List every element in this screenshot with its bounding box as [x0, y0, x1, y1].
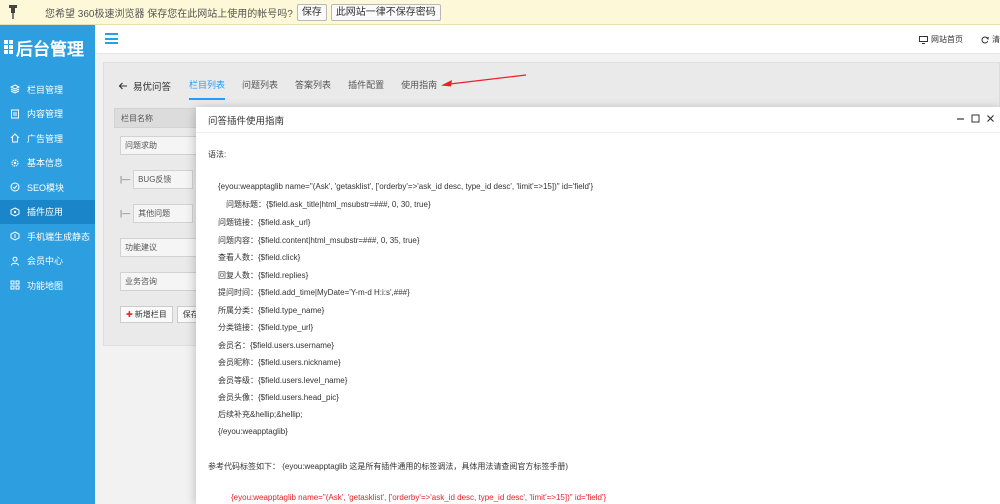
tab-question-list[interactable]: 问题列表: [242, 63, 278, 108]
save-password-bar: 您希望 360极速浏览器 保存您在此网站上使用的帐号吗? 保存 此网站一律不保存…: [0, 0, 1000, 25]
table-row: |— 其他问题: [114, 196, 204, 230]
usage-guide-modal: 问答插件使用指南 语法: {eyou:weapptaglib name="(As…: [196, 107, 1000, 504]
code-line: {eyou:weapptaglib name="(Ask', 'getaskli…: [218, 182, 594, 191]
refresh-link[interactable]: 清: [981, 34, 1000, 45]
code-line-red: {eyou:weapptaglib name="(Ask', 'getaskli…: [231, 493, 607, 502]
column-name-input[interactable]: 业务咨询: [120, 271, 200, 291]
refresh-icon: [981, 36, 989, 43]
add-column-button[interactable]: ✚ 新增栏目: [120, 306, 173, 323]
sidebar-item-ads[interactable]: 广告管理: [0, 126, 95, 151]
sidebar-item-label: SEO模块: [27, 182, 65, 193]
modal-controls: [956, 113, 995, 123]
plus-icon: ✚: [126, 310, 133, 319]
sidebar-item-basic-info[interactable]: 基本信息: [0, 151, 95, 176]
column-name-input[interactable]: 其他问题: [133, 203, 194, 223]
column-name-input[interactable]: 问题求助: [120, 135, 200, 155]
modal-header: 问答插件使用指南: [196, 107, 1000, 133]
code-line: 会员等级：{$field.users.level_name}: [218, 376, 348, 385]
sidebar-item-column[interactable]: 栏目管理: [0, 77, 95, 102]
maximize-icon[interactable]: [971, 113, 980, 123]
logo[interactable]: 后台管理: [0, 25, 95, 69]
sidebar-item-label: 栏目管理: [27, 84, 64, 95]
add-column-label: 新增栏目: [134, 310, 167, 319]
top-header: 网站首页 清: [95, 25, 1000, 54]
logo-mark-icon: [4, 40, 13, 54]
code-line: 问题链接：{$field.ask_url}: [218, 218, 311, 227]
home-icon: [10, 133, 20, 143]
tab-usage-guide[interactable]: 使用指南: [401, 63, 437, 108]
sidebar-item-label: 插件应用: [27, 207, 64, 218]
site-home-label: 网站首页: [931, 35, 963, 44]
layers-icon: [10, 84, 20, 94]
sidebar-item-seo[interactable]: SEO模块: [0, 175, 95, 200]
arrow-left-icon: [118, 82, 127, 89]
sidebar-item-label: 内容管理: [27, 109, 64, 120]
back-button[interactable]: 易优问答: [118, 79, 171, 93]
sidebar-item-label: 基本信息: [27, 158, 64, 169]
code-line: 会员名：{$field.users.username}: [218, 341, 335, 350]
tab-column-list[interactable]: 栏目列表: [189, 63, 226, 108]
column-table: 栏目名称 问题求助 |— BUG反馈 |— 其他问题 功能建议 业务咨询: [114, 108, 204, 298]
sidebar-item-label: 广告管理: [27, 133, 64, 144]
reference-text: 参考代码标签如下： (eyou:weapptaglib 这是所有插件通用的标签调…: [208, 462, 569, 471]
code-line: 会员昵称：{$field.users.nickname}: [218, 358, 341, 367]
code-line: 后续补充&hellip;&hellip;: [218, 410, 303, 419]
code-line: 回复人数：{$field.replies}: [218, 271, 309, 280]
tree-prefix: |—: [120, 208, 131, 218]
table-row: 业务咨询: [114, 264, 204, 298]
code-line: 问题内容：{$field.content|html_msubstr=###, 0…: [218, 236, 420, 245]
syntax-label: 语法:: [208, 150, 227, 159]
sidebar-item-members[interactable]: 会员中心: [0, 249, 95, 274]
sidebar-item-content[interactable]: 内容管理: [0, 102, 95, 127]
save-password-button[interactable]: 保存: [296, 3, 327, 21]
sidebar: 后台管理 栏目管理 内容管理 广告管理 基本信息 SEO模块 插件应用 手机端生…: [0, 25, 95, 504]
grid-icon: [10, 280, 20, 290]
modal-title: 问答插件使用指南: [208, 115, 285, 127]
top-links: 网站首页 清: [919, 25, 1000, 54]
sidebar-item-label: 功能地图: [27, 280, 64, 291]
document-icon: [10, 109, 20, 119]
seo-icon: [10, 182, 20, 192]
never-save-button[interactable]: 此网站一律不保存密码: [330, 3, 441, 21]
logo-text: 后台管理: [16, 39, 84, 59]
save-password-message: 您希望 360极速浏览器 保存您在此网站上使用的帐号吗?: [45, 8, 293, 20]
annotation-arrow-icon: [441, 74, 527, 87]
code-line: 问题标题：{$field.ask_title|html_msubstr=###,…: [226, 200, 431, 209]
tree-prefix: |—: [120, 174, 131, 184]
user-icon: [10, 256, 20, 266]
column-name-input[interactable]: BUG反馈: [133, 169, 194, 189]
back-label: 易优问答: [133, 81, 172, 93]
menu-toggle-icon[interactable]: [105, 33, 118, 44]
sidebar-item-function-map[interactable]: 功能地图: [0, 273, 95, 298]
site-home-link[interactable]: 网站首页: [919, 34, 963, 45]
plugin-icon: [10, 207, 20, 217]
column-name-input[interactable]: 功能建议: [120, 237, 200, 257]
mobile-icon: [10, 231, 20, 241]
tab-answer-list[interactable]: 答案列表: [295, 63, 331, 108]
code-line: 提问时间：{$field.add_time|MyDate='Y-m-d H:i:…: [218, 288, 410, 297]
code-line: {/eyou:weapptaglib}: [218, 427, 288, 436]
monitor-icon: [919, 35, 928, 44]
code-line: 查看人数：{$field.click}: [218, 253, 301, 262]
code-line: 会员头像：{$field.users.head_pic}: [218, 393, 339, 402]
pin-icon: [0, 0, 26, 25]
sidebar-item-label: 会员中心: [27, 256, 64, 267]
sidebar-nav: 栏目管理 内容管理 广告管理 基本信息 SEO模块 插件应用 手机端生成静态 会…: [0, 77, 95, 298]
plugin-tabs: 易优问答 栏目列表 问题列表 答案列表 插件配置 使用指南: [104, 63, 999, 108]
sidebar-item-mobile-static[interactable]: 手机端生成静态: [0, 224, 95, 249]
gear-icon: [10, 158, 20, 168]
sidebar-item-plugins[interactable]: 插件应用: [0, 199, 95, 224]
table-row: |— BUG反馈: [114, 162, 204, 196]
code-line: 分类链接：{$field.type_url}: [218, 323, 314, 332]
tab-plugin-config[interactable]: 插件配置: [348, 63, 384, 108]
code-line: 所属分类：{$field.type_name}: [218, 306, 325, 315]
close-icon[interactable]: [986, 113, 995, 123]
table-row: 问题求助: [114, 128, 204, 162]
refresh-label: 清: [992, 35, 1000, 44]
minimize-icon[interactable]: [956, 113, 965, 123]
table-row: 功能建议: [114, 230, 204, 264]
sidebar-item-label: 手机端生成静态: [27, 231, 91, 242]
column-name-header: 栏目名称: [114, 108, 204, 128]
